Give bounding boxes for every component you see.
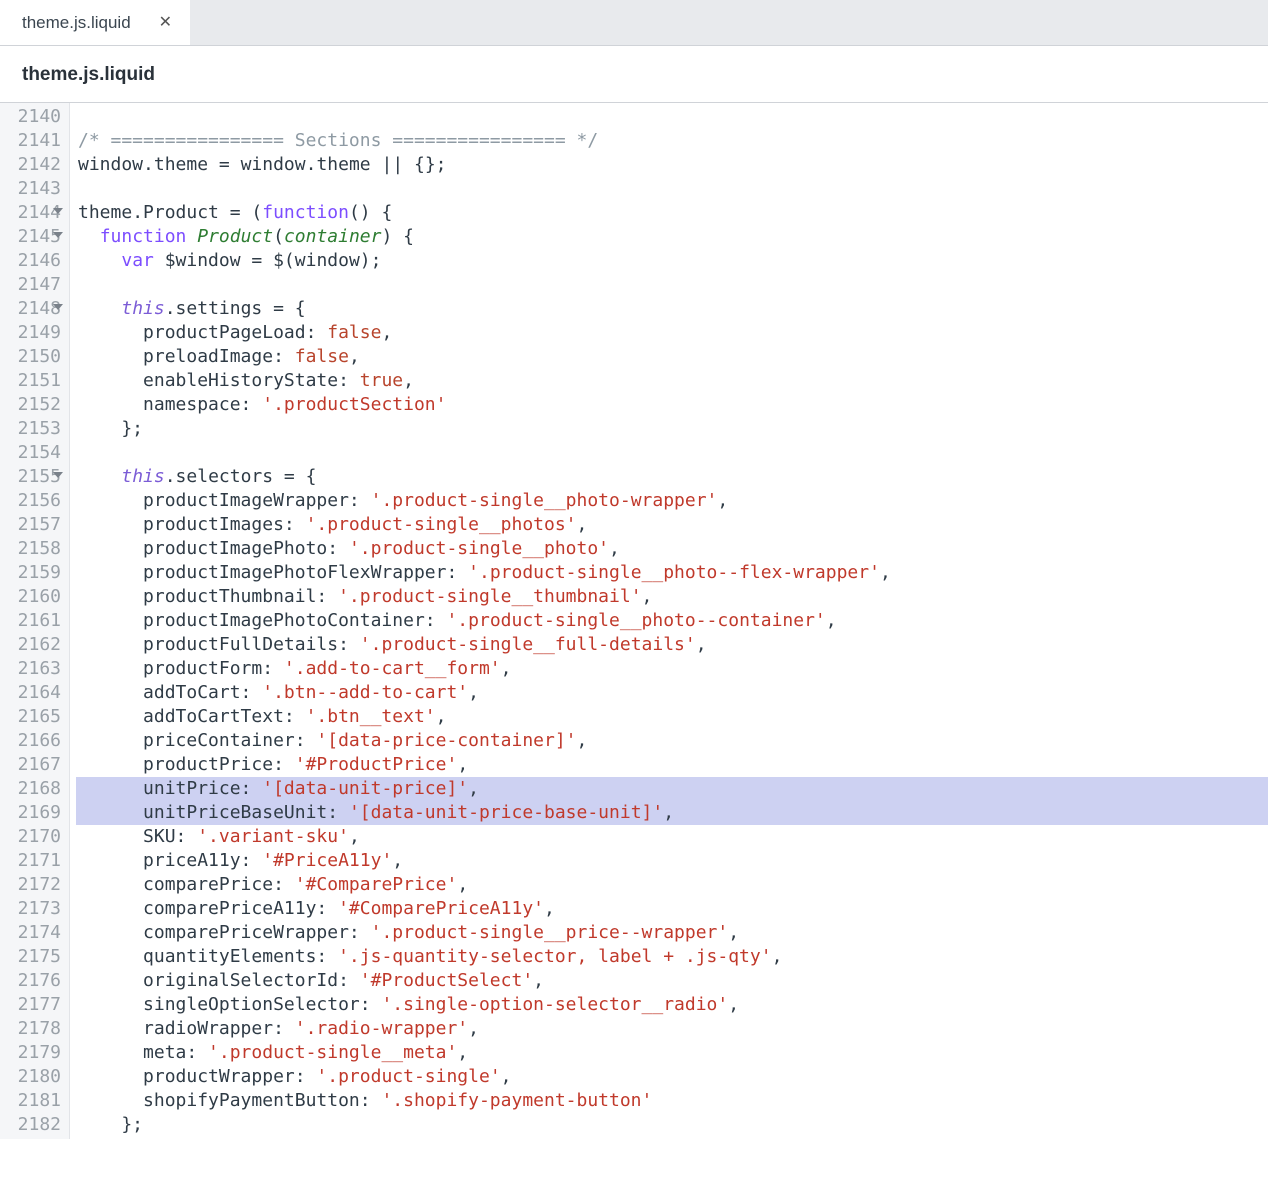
code-line[interactable]: productImageWrapper: '.product-single__p… xyxy=(76,489,1268,513)
code-line[interactable]: productImagePhotoFlexWrapper: '.product-… xyxy=(76,561,1268,585)
code-area[interactable]: /* ================ Sections ===========… xyxy=(70,103,1268,1139)
line-number: 2167 xyxy=(6,753,61,777)
code-line[interactable]: var $window = $(window); xyxy=(76,249,1268,273)
line-number: 2155 xyxy=(6,465,61,489)
breadcrumb-file: theme.js.liquid xyxy=(22,64,155,85)
line-number: 2142 xyxy=(6,153,61,177)
code-line[interactable]: priceA11y: '#PriceA11y', xyxy=(76,849,1268,873)
code-line[interactable]: productImages: '.product-single__photos'… xyxy=(76,513,1268,537)
code-line[interactable]: addToCart: '.btn--add-to-cart', xyxy=(76,681,1268,705)
code-line[interactable]: comparePrice: '#ComparePrice', xyxy=(76,873,1268,897)
close-icon[interactable]: ✕ xyxy=(159,15,172,31)
line-number: 2172 xyxy=(6,873,61,897)
code-line[interactable] xyxy=(76,273,1268,297)
line-number: 2179 xyxy=(6,1041,61,1065)
code-line[interactable]: productImagePhotoContainer: '.product-si… xyxy=(76,609,1268,633)
line-number: 2162 xyxy=(6,633,61,657)
tab-active[interactable]: theme.js.liquid ✕ xyxy=(0,0,190,45)
line-number: 2177 xyxy=(6,993,61,1017)
code-line[interactable]: productFullDetails: '.product-single__fu… xyxy=(76,633,1268,657)
line-number: 2180 xyxy=(6,1065,61,1089)
line-number: 2164 xyxy=(6,681,61,705)
line-number: 2170 xyxy=(6,825,61,849)
code-line[interactable]: }; xyxy=(76,417,1268,441)
fold-icon[interactable] xyxy=(53,232,63,238)
line-number: 2151 xyxy=(6,369,61,393)
code-line[interactable] xyxy=(76,441,1268,465)
code-line[interactable]: /* ================ Sections ===========… xyxy=(76,129,1268,153)
line-number: 2169 xyxy=(6,801,61,825)
code-line[interactable]: shopifyPaymentButton: '.shopify-payment-… xyxy=(76,1089,1268,1113)
line-number: 2147 xyxy=(6,273,61,297)
code-line[interactable]: originalSelectorId: '#ProductSelect', xyxy=(76,969,1268,993)
line-number: 2173 xyxy=(6,897,61,921)
tab-bar: theme.js.liquid ✕ xyxy=(0,0,1268,46)
line-number: 2149 xyxy=(6,321,61,345)
line-number: 2152 xyxy=(6,393,61,417)
code-line[interactable]: productPrice: '#ProductPrice', xyxy=(76,753,1268,777)
fold-icon[interactable] xyxy=(53,208,63,214)
code-line[interactable]: enableHistoryState: true, xyxy=(76,369,1268,393)
tab-label: theme.js.liquid xyxy=(22,13,131,33)
code-line[interactable]: comparePriceA11y: '#ComparePriceA11y', xyxy=(76,897,1268,921)
code-line[interactable]: this.settings = { xyxy=(76,297,1268,321)
code-line[interactable]: theme.Product = (function() { xyxy=(76,201,1268,225)
line-number: 2174 xyxy=(6,921,61,945)
code-line[interactable]: preloadImage: false, xyxy=(76,345,1268,369)
line-number: 2158 xyxy=(6,537,61,561)
line-number: 2146 xyxy=(6,249,61,273)
code-line[interactable]: priceContainer: '[data-price-container]'… xyxy=(76,729,1268,753)
line-number: 2140 xyxy=(6,105,61,129)
code-line[interactable]: radioWrapper: '.radio-wrapper', xyxy=(76,1017,1268,1041)
line-number: 2159 xyxy=(6,561,61,585)
code-line[interactable]: this.selectors = { xyxy=(76,465,1268,489)
code-line[interactable]: }; xyxy=(76,1113,1268,1137)
line-number: 2156 xyxy=(6,489,61,513)
line-number: 2163 xyxy=(6,657,61,681)
line-number: 2176 xyxy=(6,969,61,993)
code-line[interactable]: unitPriceBaseUnit: '[data-unit-price-bas… xyxy=(76,801,1268,825)
code-line[interactable]: comparePriceWrapper: '.product-single__p… xyxy=(76,921,1268,945)
line-number: 2171 xyxy=(6,849,61,873)
line-number: 2165 xyxy=(6,705,61,729)
code-line[interactable]: namespace: '.productSection' xyxy=(76,393,1268,417)
code-line[interactable]: SKU: '.variant-sku', xyxy=(76,825,1268,849)
line-number: 2150 xyxy=(6,345,61,369)
line-number: 2143 xyxy=(6,177,61,201)
line-number: 2144 xyxy=(6,201,61,225)
line-number: 2182 xyxy=(6,1113,61,1137)
line-number: 2148 xyxy=(6,297,61,321)
code-line[interactable]: productThumbnail: '.product-single__thum… xyxy=(76,585,1268,609)
line-number: 2181 xyxy=(6,1089,61,1113)
line-number: 2161 xyxy=(6,609,61,633)
line-number: 2157 xyxy=(6,513,61,537)
line-number: 2154 xyxy=(6,441,61,465)
code-line[interactable]: quantityElements: '.js-quantity-selector… xyxy=(76,945,1268,969)
code-line[interactable]: unitPrice: '[data-unit-price]', xyxy=(76,777,1268,801)
code-line[interactable]: window.theme = window.theme || {}; xyxy=(76,153,1268,177)
code-line[interactable]: function Product(container) { xyxy=(76,225,1268,249)
code-line[interactable]: productWrapper: '.product-single', xyxy=(76,1065,1268,1089)
code-line[interactable] xyxy=(76,105,1268,129)
breadcrumb: theme.js.liquid xyxy=(0,46,1268,102)
line-number-gutter: 2140214121422143214421452146214721482149… xyxy=(0,103,70,1139)
code-line[interactable]: productPageLoad: false, xyxy=(76,321,1268,345)
line-number: 2145 xyxy=(6,225,61,249)
code-editor[interactable]: 2140214121422143214421452146214721482149… xyxy=(0,102,1268,1139)
code-line[interactable]: meta: '.product-single__meta', xyxy=(76,1041,1268,1065)
code-line[interactable]: addToCartText: '.btn__text', xyxy=(76,705,1268,729)
code-line[interactable]: productForm: '.add-to-cart__form', xyxy=(76,657,1268,681)
line-number: 2166 xyxy=(6,729,61,753)
line-number: 2141 xyxy=(6,129,61,153)
line-number: 2178 xyxy=(6,1017,61,1041)
code-line[interactable] xyxy=(76,177,1268,201)
line-number: 2168 xyxy=(6,777,61,801)
fold-icon[interactable] xyxy=(53,472,63,478)
line-number: 2160 xyxy=(6,585,61,609)
fold-icon[interactable] xyxy=(53,304,63,310)
code-line[interactable]: productImagePhoto: '.product-single__pho… xyxy=(76,537,1268,561)
code-line[interactable]: singleOptionSelector: '.single-option-se… xyxy=(76,993,1268,1017)
line-number: 2175 xyxy=(6,945,61,969)
line-number: 2153 xyxy=(6,417,61,441)
